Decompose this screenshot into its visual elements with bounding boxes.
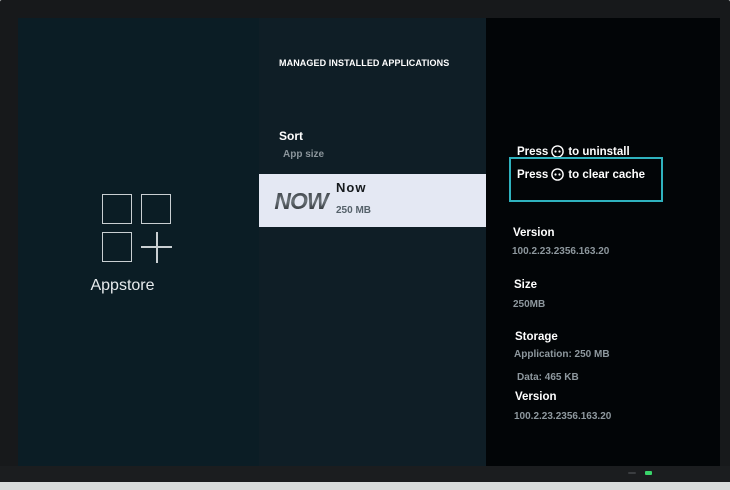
power-led-icon xyxy=(645,471,652,475)
clear-cache-text: to clear cache xyxy=(568,168,646,181)
storage-data-value: Data: 465 KB xyxy=(517,372,579,383)
storage-label: Storage xyxy=(515,331,558,343)
storage-application-value: Application: 250 MB xyxy=(514,349,610,360)
app-size: 250 MB xyxy=(336,205,372,216)
tv-bezel: Appstore MANAGED INSTALLED APPLICATIONS … xyxy=(0,0,730,482)
version-label: Version xyxy=(513,227,555,239)
app-details-panel: Press to uninstall Press to clear cache xyxy=(486,18,720,466)
size-value: 250MB xyxy=(513,299,546,310)
app-list-item-now[interactable]: NOW Now 250 MB xyxy=(259,174,486,227)
appstore-panel: Appstore xyxy=(18,18,259,466)
clear-cache-action[interactable]: Press to clear cache xyxy=(517,168,645,181)
version-value-2: 100.2.23.2356.163.20 xyxy=(514,411,612,422)
page-title: MANAGED INSTALLED APPLICATIONS xyxy=(279,58,450,68)
tv-bezel-bottom xyxy=(0,466,730,482)
tv-screen: Appstore MANAGED INSTALLED APPLICATIONS … xyxy=(18,18,720,466)
sort-label[interactable]: Sort xyxy=(279,129,303,143)
sort-value: App size xyxy=(283,149,325,160)
version-label-2: Version xyxy=(515,391,557,403)
svg-text:NOW: NOW xyxy=(274,188,331,214)
grid-square-icon xyxy=(102,194,132,224)
version-value: 100.2.23.2356.163.20 xyxy=(512,246,610,257)
press-text: Press xyxy=(517,168,549,181)
plus-icon xyxy=(156,232,158,263)
appstore-grid-icon xyxy=(102,194,172,264)
press-text: Press xyxy=(517,145,549,158)
size-label: Size xyxy=(514,279,538,291)
grid-square-icon xyxy=(141,194,171,224)
remote-button-icon xyxy=(551,168,565,181)
uninstall-text: to uninstall xyxy=(568,145,630,158)
installed-apps-panel: MANAGED INSTALLED APPLICATIONS Sort App … xyxy=(259,18,486,466)
app-name: Now xyxy=(336,180,367,195)
appstore-label: Appstore xyxy=(90,277,155,294)
grid-square-icon xyxy=(102,232,132,262)
now-logo-icon: NOW xyxy=(274,188,332,214)
ir-sensor xyxy=(628,472,636,474)
